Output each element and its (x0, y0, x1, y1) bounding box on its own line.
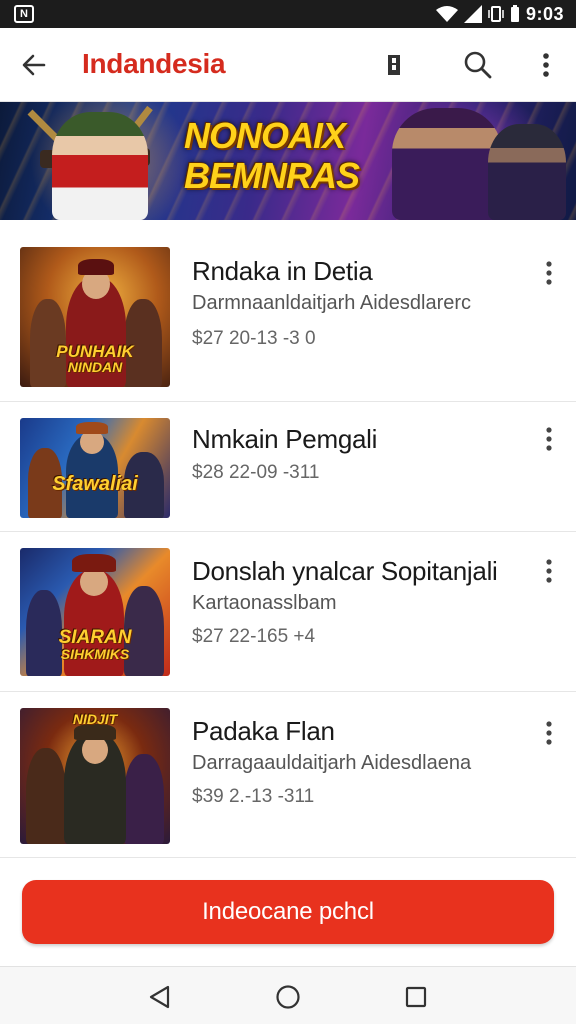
game-price: $28 22-09 -311 (192, 462, 320, 483)
banner-hero-soldier (52, 112, 148, 220)
signal-icon (463, 5, 482, 23)
game-thumbnail: Sfawaliai (20, 418, 170, 518)
thumbnail-logo-line1: SIARAN (58, 627, 132, 648)
item-menu-button[interactable] (534, 716, 564, 750)
game-price: $27 20-13 -3 0 (192, 328, 316, 349)
item-menu-button[interactable] (534, 554, 564, 588)
promo-banner[interactable]: NONOAIX BEMNRAS (0, 102, 576, 220)
nav-home-button[interactable] (272, 981, 304, 1013)
game-title: Nmkain Pemgali (192, 424, 378, 454)
thumbnail-logo: Sfawaliai (20, 474, 170, 494)
thumbnail-hat (72, 554, 116, 572)
cta-button[interactable]: Indeocane pchcl (22, 880, 554, 944)
thumbnail-hat (76, 422, 108, 434)
thumbnail-logo-line1: NIDJIT (72, 711, 118, 727)
cta-container: Indeocane pchcl (0, 858, 576, 966)
game-thumbnail: PUNHAIK NINDAN (20, 247, 170, 387)
item-menu-button[interactable] (534, 256, 564, 290)
list-item[interactable]: Sfawaliai Nmkain Pemgali $28 22-09 -311 (0, 402, 576, 532)
thumbnail-hat (78, 259, 114, 275)
back-button[interactable] (14, 45, 54, 85)
banner-hero-gunner (488, 124, 566, 220)
system-nav-bar (0, 966, 576, 1024)
battery-icon (510, 5, 519, 22)
banner-title: NONOAIX BEMNRAS (184, 116, 384, 196)
nav-recents-button[interactable] (400, 981, 432, 1013)
nav-home-icon (276, 985, 300, 1009)
back-arrow-icon (22, 54, 46, 76)
list-item[interactable]: SIARAN SIHKMIKS Donslah ynalcar Sopitanj… (0, 532, 576, 692)
wifi-icon (435, 6, 458, 22)
list-item[interactable]: NIDJIT Padaka Flan Darragaauldaitjarh Ai… (0, 692, 576, 858)
more-vert-icon (546, 721, 552, 745)
overflow-menu-button[interactable] (526, 45, 566, 85)
nav-back-button[interactable] (144, 981, 176, 1013)
thumbnail-logo: SIARAN SIHKMIKS (20, 628, 170, 661)
more-vert-icon (546, 427, 552, 451)
game-subtitle: Darragaauldaitjarh Aidesdlaena (192, 752, 472, 774)
more-vert-icon (543, 53, 549, 77)
game-subtitle: Darmnaanldaitjarh Aidesdlarerc (192, 292, 472, 314)
thumbnail-logo-line2: NINDAN (67, 359, 123, 375)
game-title: Padaka Flan (192, 716, 335, 746)
more-vert-icon (546, 559, 552, 583)
game-title: Donslah ynalcar Sopitanjali (192, 556, 498, 586)
search-button[interactable] (458, 45, 498, 85)
thumbnail-figure (124, 754, 164, 844)
banner-hero-guitarist (392, 108, 502, 220)
page-title: Indandesia (82, 48, 226, 79)
game-price: $39 2.-13 -311 (192, 786, 315, 807)
status-bar: N 9:03 (0, 0, 576, 28)
list-item[interactable]: PUNHAIK NINDAN Rndaka in Detia Darmnaanl… (0, 220, 576, 402)
notification-n-icon: N (14, 5, 34, 23)
thumbnail-head (80, 568, 108, 596)
game-subtitle: Kartaonasslbam (192, 592, 337, 614)
game-title: Rndaka in Detia (192, 256, 373, 286)
thumbnail-figure (26, 748, 66, 844)
thumbnail-logo: PUNHAIK NINDAN (20, 343, 170, 374)
banner-title-line1: NONOAIX (184, 115, 346, 156)
nav-back-icon (149, 985, 170, 1009)
thumbnail-logo: NIDJIT (20, 712, 170, 726)
search-icon (464, 51, 492, 79)
status-icons: 9:03 (435, 3, 564, 25)
thumbnail-head (82, 736, 108, 764)
game-thumbnail: NIDJIT (20, 708, 170, 844)
thumbnail-logo-line1: Sfawaliai (52, 473, 138, 495)
status-time: 9:03 (525, 3, 564, 24)
bookmark-button[interactable] (374, 45, 414, 85)
game-price: $27 22-165 +4 (192, 626, 316, 647)
nav-recents-icon (405, 986, 427, 1008)
banner-title-line2: BEMNRAS (184, 155, 360, 196)
thumbnail-logo-line2: SIHKMIKS (60, 646, 130, 662)
bookmark-icon (388, 55, 400, 75)
app-bar: Indandesia (0, 28, 576, 102)
more-vert-icon (546, 261, 552, 285)
vibrate-icon (488, 6, 504, 22)
thumbnail-logo-line1: PUNHAIK (56, 342, 134, 361)
game-thumbnail: SIARAN SIHKMIKS (20, 548, 170, 676)
item-menu-button[interactable] (534, 422, 564, 456)
